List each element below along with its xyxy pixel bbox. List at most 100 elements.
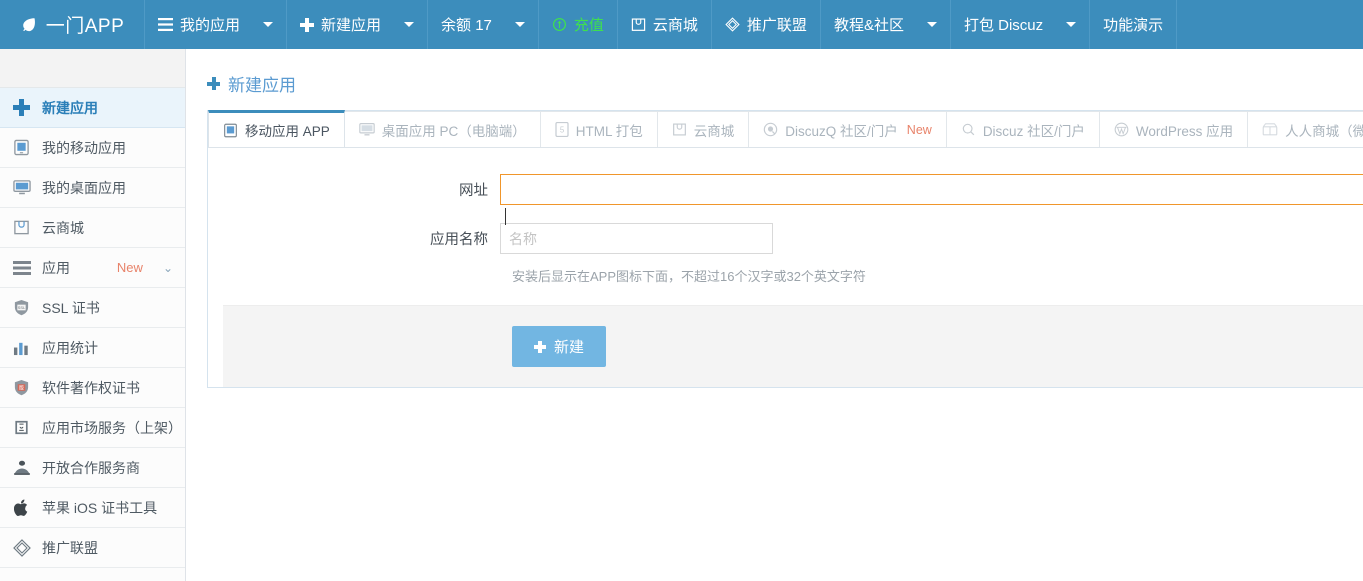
nav-balance[interactable]: 余额 17	[428, 0, 539, 49]
brand-label: 一门APP	[45, 16, 125, 37]
sidebar-item-affiliate[interactable]: 推广联盟	[0, 528, 185, 568]
mobile-icon	[12, 138, 31, 157]
sidebar-item-label: 我的桌面应用	[42, 179, 126, 196]
form-row-app-name: 应用名称	[208, 223, 1363, 254]
store-service-icon	[12, 418, 31, 437]
sidebar-item-market-service[interactable]: 应用市场服务（上架）	[0, 408, 185, 448]
tab-discuz[interactable]: Discuz 社区/门户	[945, 111, 1100, 147]
navbar-spacer	[1177, 0, 1363, 49]
nav-my-apps-label: 我的应用	[180, 17, 241, 34]
new-app-panel: 移动应用 APP 桌面应用 PC（电脑端） 5 HTML 打包 云商城 Disc…	[207, 110, 1363, 388]
sidebar-item-app-statistics[interactable]: 应用统计	[0, 328, 185, 368]
sidebar-item-my-desktop-apps[interactable]: 我的桌面应用	[0, 168, 185, 208]
tab-label: Discuz 社区/门户	[982, 123, 1085, 139]
ssl-shield-icon: SSL	[12, 298, 31, 317]
sidebar-item-my-mobile-apps[interactable]: 我的移动应用	[0, 128, 185, 168]
tab-label: 移动应用 APP	[245, 124, 330, 139]
plus-icon	[207, 77, 220, 90]
svg-text:5: 5	[560, 126, 565, 135]
html5-icon: 5	[555, 122, 569, 137]
tab-cloud-mall[interactable]: 云商城	[656, 111, 750, 147]
nav-my-apps[interactable]: 我的应用	[145, 0, 288, 49]
nav-recharge-label: 充值	[573, 17, 604, 34]
nav-cloud-mall-label: 云商城	[652, 17, 698, 34]
chevron-down-icon[interactable]	[1066, 22, 1077, 27]
sidebar-item-label: 软件著作权证书	[42, 379, 140, 396]
sidebar-item-ios-cert-tool[interactable]: 苹果 iOS 证书工具	[0, 488, 185, 528]
nav-package-discuz[interactable]: 打包 Discuz	[951, 0, 1091, 49]
sidebar-item-label: 苹果 iOS 证书工具	[42, 499, 158, 516]
sidebar-new-badge: New	[116, 260, 143, 275]
nav-cloud-mall[interactable]: 云商城	[618, 0, 712, 49]
list-icon	[12, 258, 31, 277]
sidebar-top-gap	[0, 49, 185, 88]
sidebar-item-label: 应用	[42, 259, 70, 276]
chevron-down-icon[interactable]	[263, 22, 274, 27]
app-name-input[interactable]	[500, 223, 773, 254]
tab-wordpress[interactable]: WordPress 应用	[1098, 111, 1249, 147]
mall-icon	[1262, 122, 1278, 137]
tab-desktop-pc[interactable]: 桌面应用 PC（电脑端）	[343, 111, 541, 147]
brand-logo[interactable]: 一门APP	[0, 0, 145, 49]
sidebar-item-software-copyright[interactable]: 版 软件著作权证书	[0, 368, 185, 408]
nav-recharge[interactable]: 充值	[539, 0, 618, 49]
shop-icon	[672, 122, 687, 137]
chevron-down-icon[interactable]	[404, 22, 415, 27]
chevron-down-icon[interactable]	[926, 22, 937, 27]
tab-label: WordPress 应用	[1135, 123, 1234, 139]
panel-body: 网址 应用名称 安装后显示在APP图标下面，不超过16个汉字或32个英文字符 新…	[208, 148, 1363, 387]
nav-affiliate[interactable]: 推广联盟	[712, 0, 821, 49]
url-input[interactable]	[500, 174, 1363, 205]
tab-bar: 移动应用 APP 桌面应用 PC（电脑端） 5 HTML 打包 云商城 Disc…	[208, 110, 1363, 148]
nav-new-app[interactable]: 新建应用	[287, 0, 429, 49]
sidebar-item-open-partner[interactable]: 开放合作服务商	[0, 448, 185, 488]
tab-renren-mall[interactable]: 人人商城（微擎）	[1247, 111, 1363, 147]
plus-icon	[300, 17, 315, 32]
bar-chart-icon	[12, 338, 31, 357]
nav-feature-demo-label: 功能演示	[1103, 17, 1164, 34]
chevron-down-icon[interactable]	[514, 22, 525, 27]
discuz-icon	[961, 122, 976, 137]
diamond-icon	[12, 538, 31, 557]
sidebar: 新建应用 我的移动应用 我的桌面应用 云商城 应用 New ⌄ SSL SSL …	[0, 49, 186, 581]
plus-icon	[12, 98, 31, 117]
diamond-icon	[725, 17, 740, 32]
tab-new-badge: New	[906, 122, 932, 137]
nav-feature-demo[interactable]: 功能演示	[1090, 0, 1178, 49]
sidebar-item-ssl-cert[interactable]: SSL SSL 证书	[0, 288, 185, 328]
tab-html-package[interactable]: 5 HTML 打包	[539, 111, 658, 147]
text-cursor	[505, 208, 506, 225]
app-name-hint: 安装后显示在APP图标下面，不超过16个汉字或32个英文字符	[512, 269, 866, 284]
create-button[interactable]: 新建	[512, 326, 607, 367]
nav-tutorial-community-label: 教程&社区	[833, 17, 904, 34]
desktop-icon	[359, 122, 375, 137]
sidebar-item-partial[interactable]: 补	[0, 568, 185, 581]
nav-affiliate-label: 推广联盟	[746, 17, 807, 34]
desktop-icon	[12, 178, 31, 197]
panel-footer: 新建	[223, 305, 1363, 387]
discuzq-icon	[763, 122, 778, 137]
nav-new-app-label: 新建应用	[321, 17, 382, 34]
sidebar-item-label: 我的移动应用	[42, 139, 126, 156]
tab-label: 桌面应用 PC（电脑端）	[381, 123, 526, 139]
create-button-label: 新建	[554, 339, 585, 356]
tab-discuzq[interactable]: DiscuzQ 社区/门户 New	[748, 111, 947, 147]
plus-icon	[534, 340, 546, 353]
top-navbar: 一门APP 我的应用 新建应用 余额 17 充值 云商城 推广联盟 教程&社区 …	[0, 0, 1363, 49]
hamburger-icon	[158, 18, 173, 31]
partner-icon	[12, 458, 31, 477]
sidebar-item-new-app[interactable]: 新建应用	[0, 88, 185, 128]
sidebar-item-label: 推广联盟	[42, 539, 98, 556]
nav-tutorial-community[interactable]: 教程&社区	[821, 0, 951, 49]
chevron-down-icon[interactable]: ⌄	[163, 261, 173, 275]
sidebar-item-label: 应用市场服务（上架）	[42, 419, 182, 436]
tab-label: HTML 打包	[575, 123, 643, 139]
coin-refresh-icon	[552, 17, 567, 32]
sidebar-item-apps[interactable]: 应用 New ⌄	[0, 248, 185, 288]
page-title-label: 新建应用	[228, 76, 296, 95]
sidebar-item-label: 云商城	[42, 219, 84, 236]
nav-balance-label: 余额 17	[441, 17, 492, 34]
tab-mobile-app[interactable]: 移动应用 APP	[208, 110, 345, 147]
apple-icon	[12, 498, 31, 517]
sidebar-item-cloud-mall[interactable]: 云商城	[0, 208, 185, 248]
